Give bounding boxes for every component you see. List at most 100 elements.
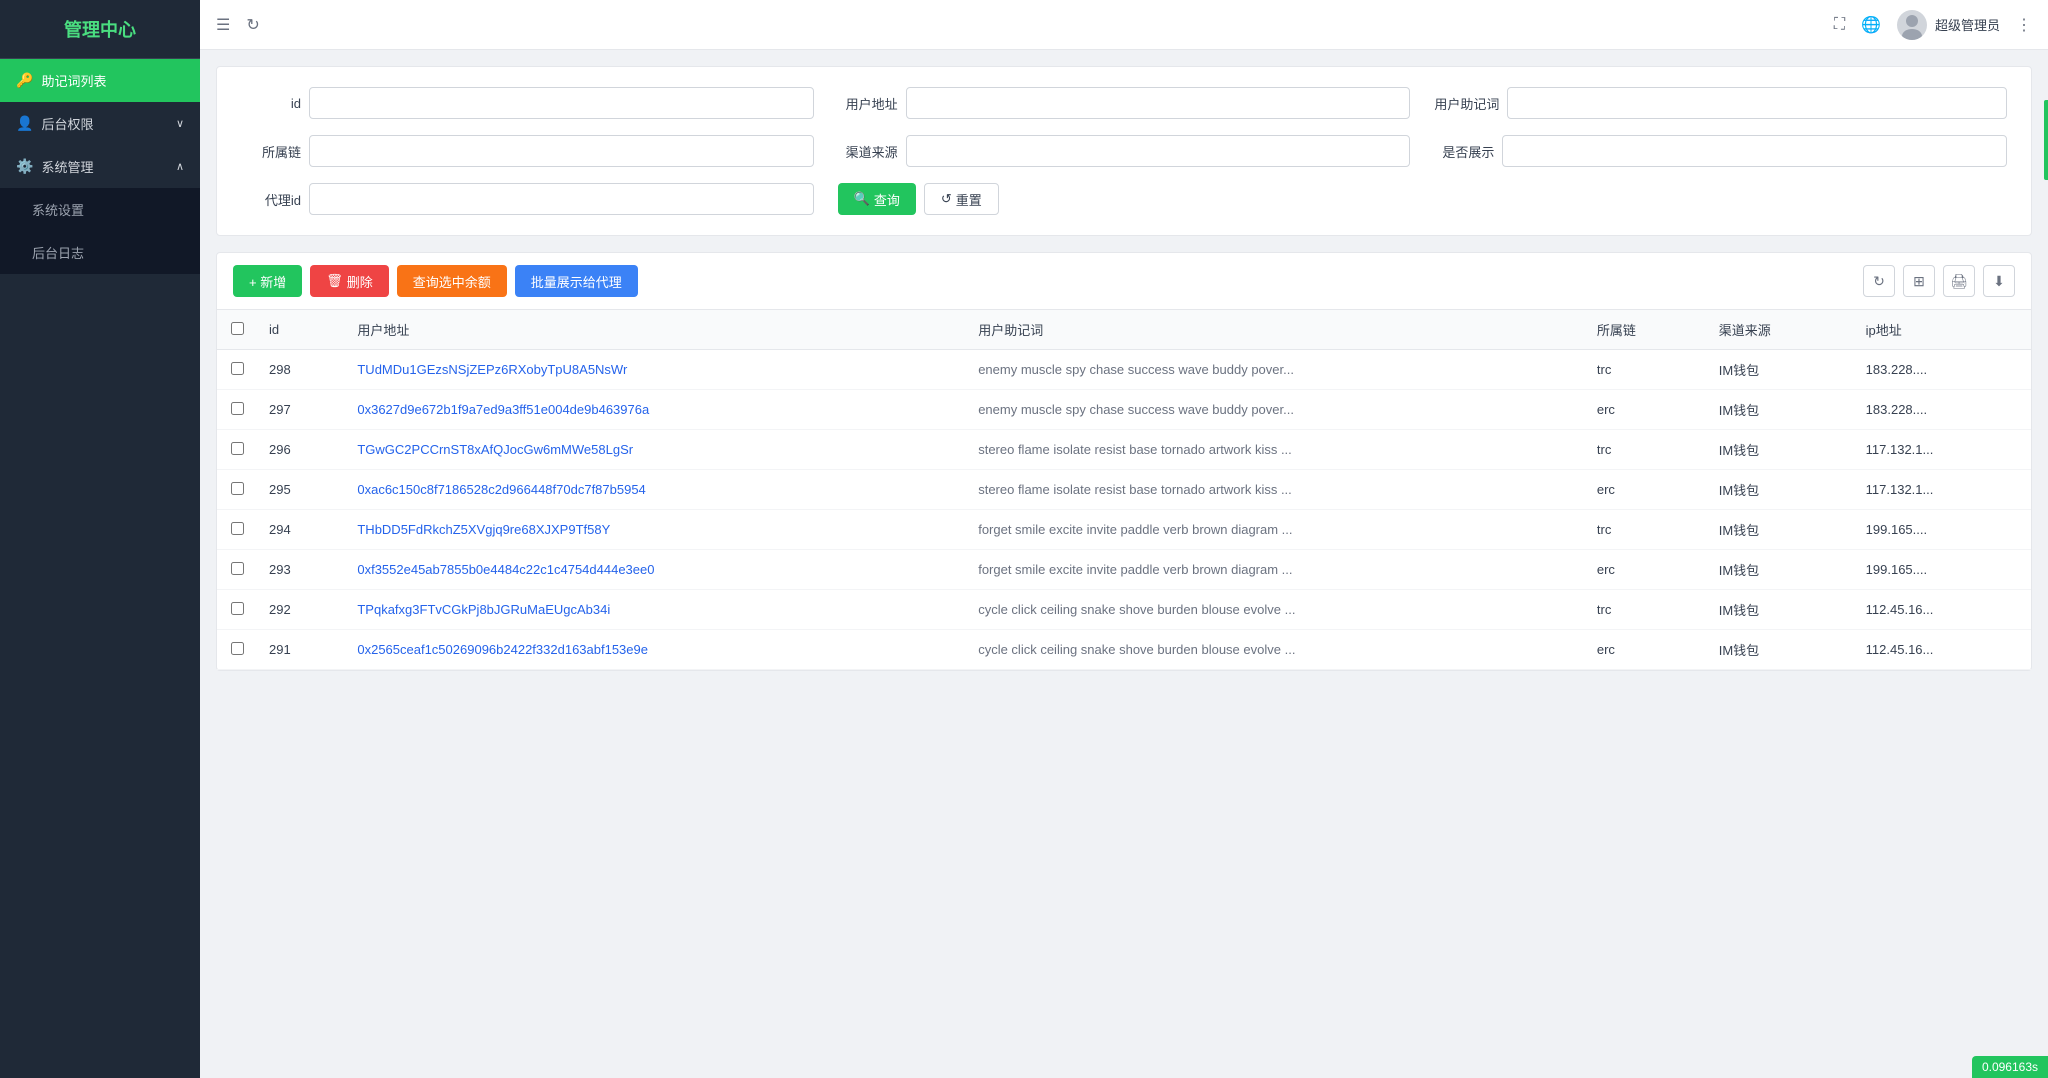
delete-button[interactable]: 🗑 删除 — [310, 265, 389, 297]
address-link[interactable]: TUdMDu1GEzsNSjZEPz6RXobyTpU8A5NsWr — [357, 362, 627, 377]
row-checkbox[interactable] — [231, 482, 244, 495]
row-checkbox[interactable] — [231, 522, 244, 535]
row-checkbox-cell — [217, 430, 257, 470]
filter-grid: id 用户地址 用户助记词 所属链 渠道来源 — [241, 87, 2007, 215]
cell-mnemonic: stereo flame isolate resist base tornado… — [966, 430, 1585, 470]
filter-input-id[interactable] — [309, 87, 814, 119]
filter-input-user-mnemonic[interactable] — [1507, 87, 2007, 119]
address-link[interactable]: 0xac6c150c8f7186528c2d966448f70dc7f87b59… — [357, 482, 645, 497]
col-header-mnemonic: 用户助记词 — [966, 310, 1585, 350]
address-link[interactable]: THbDD5FdRkchZ5XVgjq9re68XJXP9Tf58Y — [357, 522, 610, 537]
cell-mnemonic: forget smile excite invite paddle verb b… — [966, 510, 1585, 550]
filter-input-channel[interactable] — [906, 135, 1411, 167]
refresh-icon[interactable]: ↻ — [246, 15, 259, 35]
sidebar-item-mnemonic-list[interactable]: 🔑 助记词列表 — [0, 59, 200, 102]
cell-address[interactable]: TGwGC2PCCrnST8xAfQJocGw6mMWe58LgSr — [345, 430, 966, 470]
cell-address[interactable]: 0x3627d9e672b1f9a7ed9a3ff51e004de9b46397… — [345, 390, 966, 430]
address-link[interactable]: 0xf3552e45ab7855b0e4484c22c1c4754d444e3e… — [357, 562, 654, 577]
filter-label-agent-id: 代理id — [241, 190, 301, 209]
filter-input-chain[interactable] — [309, 135, 814, 167]
sidebar-item-backend-permissions[interactable]: 👤 后台权限 ∨ — [0, 102, 200, 145]
address-link[interactable]: 0x3627d9e672b1f9a7ed9a3ff51e004de9b46397… — [357, 402, 649, 417]
row-checkbox[interactable] — [231, 602, 244, 615]
sidebar-item-system-management[interactable]: ⚙️ 系统管理 ∧ — [0, 145, 200, 188]
fullscreen-icon[interactable]: ⛶ — [1834, 16, 1845, 34]
query-balance-button[interactable]: 查询选中余额 — [397, 265, 507, 297]
sidebar-item-system-settings[interactable]: 系统设置 — [0, 188, 200, 231]
filter-card: id 用户地址 用户助记词 所属链 渠道来源 — [216, 66, 2032, 236]
batch-display-button[interactable]: 批量展示给代理 — [515, 265, 638, 297]
filter-row-channel: 渠道来源 — [838, 135, 1411, 167]
cell-id: 292 — [257, 590, 345, 630]
cell-mnemonic: enemy muscle spy chase success wave budd… — [966, 350, 1585, 390]
cell-chain: trc — [1585, 590, 1707, 630]
filter-action-row: 🔍 查询 ↺ 重置 — [838, 183, 1411, 215]
page-content: id 用户地址 用户助记词 所属链 渠道来源 — [200, 50, 2048, 1078]
reset-button[interactable]: ↺ 重置 — [924, 183, 999, 215]
menu-icon[interactable]: ☰ — [216, 15, 230, 35]
filter-input-display[interactable] — [1502, 135, 2007, 167]
cell-chain: erc — [1585, 550, 1707, 590]
cell-address[interactable]: 0xac6c150c8f7186528c2d966448f70dc7f87b59… — [345, 470, 966, 510]
cell-id: 295 — [257, 470, 345, 510]
cell-channel: IM钱包 — [1707, 350, 1854, 390]
cell-id: 293 — [257, 550, 345, 590]
toolbar-export-button[interactable]: ⬇ — [1983, 265, 2015, 297]
cell-address[interactable]: 0x2565ceaf1c50269096b2422f332d163abf153e… — [345, 630, 966, 670]
table-row: 295 0xac6c150c8f7186528c2d966448f70dc7f8… — [217, 470, 2031, 510]
cell-ip: 183.228.... — [1854, 390, 2031, 430]
row-checkbox[interactable] — [231, 362, 244, 375]
filter-label-chain: 所属链 — [241, 142, 301, 161]
filter-input-user-address[interactable] — [906, 87, 1411, 119]
data-table: id 用户地址 用户助记词 所属链 渠道来源 ip地址 298 TUdMDu1G… — [217, 310, 2031, 670]
toolbar-grid-button[interactable]: ⊞ — [1903, 265, 1935, 297]
address-link[interactable]: 0x2565ceaf1c50269096b2422f332d163abf153e… — [357, 642, 648, 657]
header-user[interactable]: 超级管理员 — [1897, 10, 2000, 40]
cell-mnemonic: cycle click ceiling snake shove burden b… — [966, 630, 1585, 670]
table-row: 296 TGwGC2PCCrnST8xAfQJocGw6mMWe58LgSr s… — [217, 430, 2031, 470]
filter-input-agent-id[interactable] — [309, 183, 814, 215]
cell-id: 298 — [257, 350, 345, 390]
globe-icon[interactable]: 🌐 — [1861, 15, 1881, 35]
cell-ip: 117.132.1... — [1854, 470, 2031, 510]
filter-row-id: id — [241, 87, 814, 119]
search-button[interactable]: 🔍 查询 — [838, 183, 916, 215]
cell-address[interactable]: 0xf3552e45ab7855b0e4484c22c1c4754d444e3e… — [345, 550, 966, 590]
cell-address[interactable]: TUdMDu1GEzsNSjZEPz6RXobyTpU8A5NsWr — [345, 350, 966, 390]
table-header-row: id 用户地址 用户助记词 所属链 渠道来源 ip地址 — [217, 310, 2031, 350]
cell-address[interactable]: THbDD5FdRkchZ5XVgjq9re68XJXP9Tf58Y — [345, 510, 966, 550]
add-button[interactable]: + 新增 — [233, 265, 302, 297]
table-row: 298 TUdMDu1GEzsNSjZEPz6RXobyTpU8A5NsWr e… — [217, 350, 2031, 390]
cell-mnemonic: stereo flame isolate resist base tornado… — [966, 470, 1585, 510]
header: ☰ ↻ ⛶ 🌐 超级管理员 ⋮ — [200, 0, 2048, 50]
table-card: + 新增 🗑 删除 查询选中余额 批量展示给代理 ↻ ⊞ 🖨 ⬇ — [216, 252, 2032, 671]
row-checkbox[interactable] — [231, 562, 244, 575]
more-icon[interactable]: ⋮ — [2016, 15, 2032, 35]
select-all-checkbox[interactable] — [231, 322, 244, 335]
filter-row-chain: 所属链 — [241, 135, 814, 167]
cell-mnemonic: enemy muscle spy chase success wave budd… — [966, 390, 1585, 430]
toolbar-refresh-button[interactable]: ↻ — [1863, 265, 1895, 297]
row-checkbox-cell — [217, 590, 257, 630]
user-icon: 👤 — [16, 115, 33, 132]
cell-ip: 112.45.16... — [1854, 590, 2031, 630]
table-row: 293 0xf3552e45ab7855b0e4484c22c1c4754d44… — [217, 550, 2031, 590]
col-header-address: 用户地址 — [345, 310, 966, 350]
sidebar-item-backend-log[interactable]: 后台日志 — [0, 231, 200, 274]
row-checkbox[interactable] — [231, 642, 244, 655]
table-body: 298 TUdMDu1GEzsNSjZEPz6RXobyTpU8A5NsWr e… — [217, 350, 2031, 670]
cell-channel: IM钱包 — [1707, 390, 1854, 430]
chevron-up-icon: ∧ — [176, 160, 184, 173]
cell-id: 294 — [257, 510, 345, 550]
row-checkbox[interactable] — [231, 402, 244, 415]
cell-id: 296 — [257, 430, 345, 470]
cell-address[interactable]: TPqkafxg3FTvCGkPj8bJGRuMaEUgcAb34i — [345, 590, 966, 630]
address-link[interactable]: TGwGC2PCCrnST8xAfQJocGw6mMWe58LgSr — [357, 442, 633, 457]
toolbar-print-button[interactable]: 🖨 — [1943, 265, 1975, 297]
reset-icon: ↺ — [941, 191, 952, 207]
row-checkbox[interactable] — [231, 442, 244, 455]
cell-channel: IM钱包 — [1707, 430, 1854, 470]
filter-row-user-mnemonic: 用户助记词 — [1434, 87, 2007, 119]
cell-mnemonic: cycle click ceiling snake shove burden b… — [966, 590, 1585, 630]
address-link[interactable]: TPqkafxg3FTvCGkPj8bJGRuMaEUgcAb34i — [357, 602, 610, 617]
